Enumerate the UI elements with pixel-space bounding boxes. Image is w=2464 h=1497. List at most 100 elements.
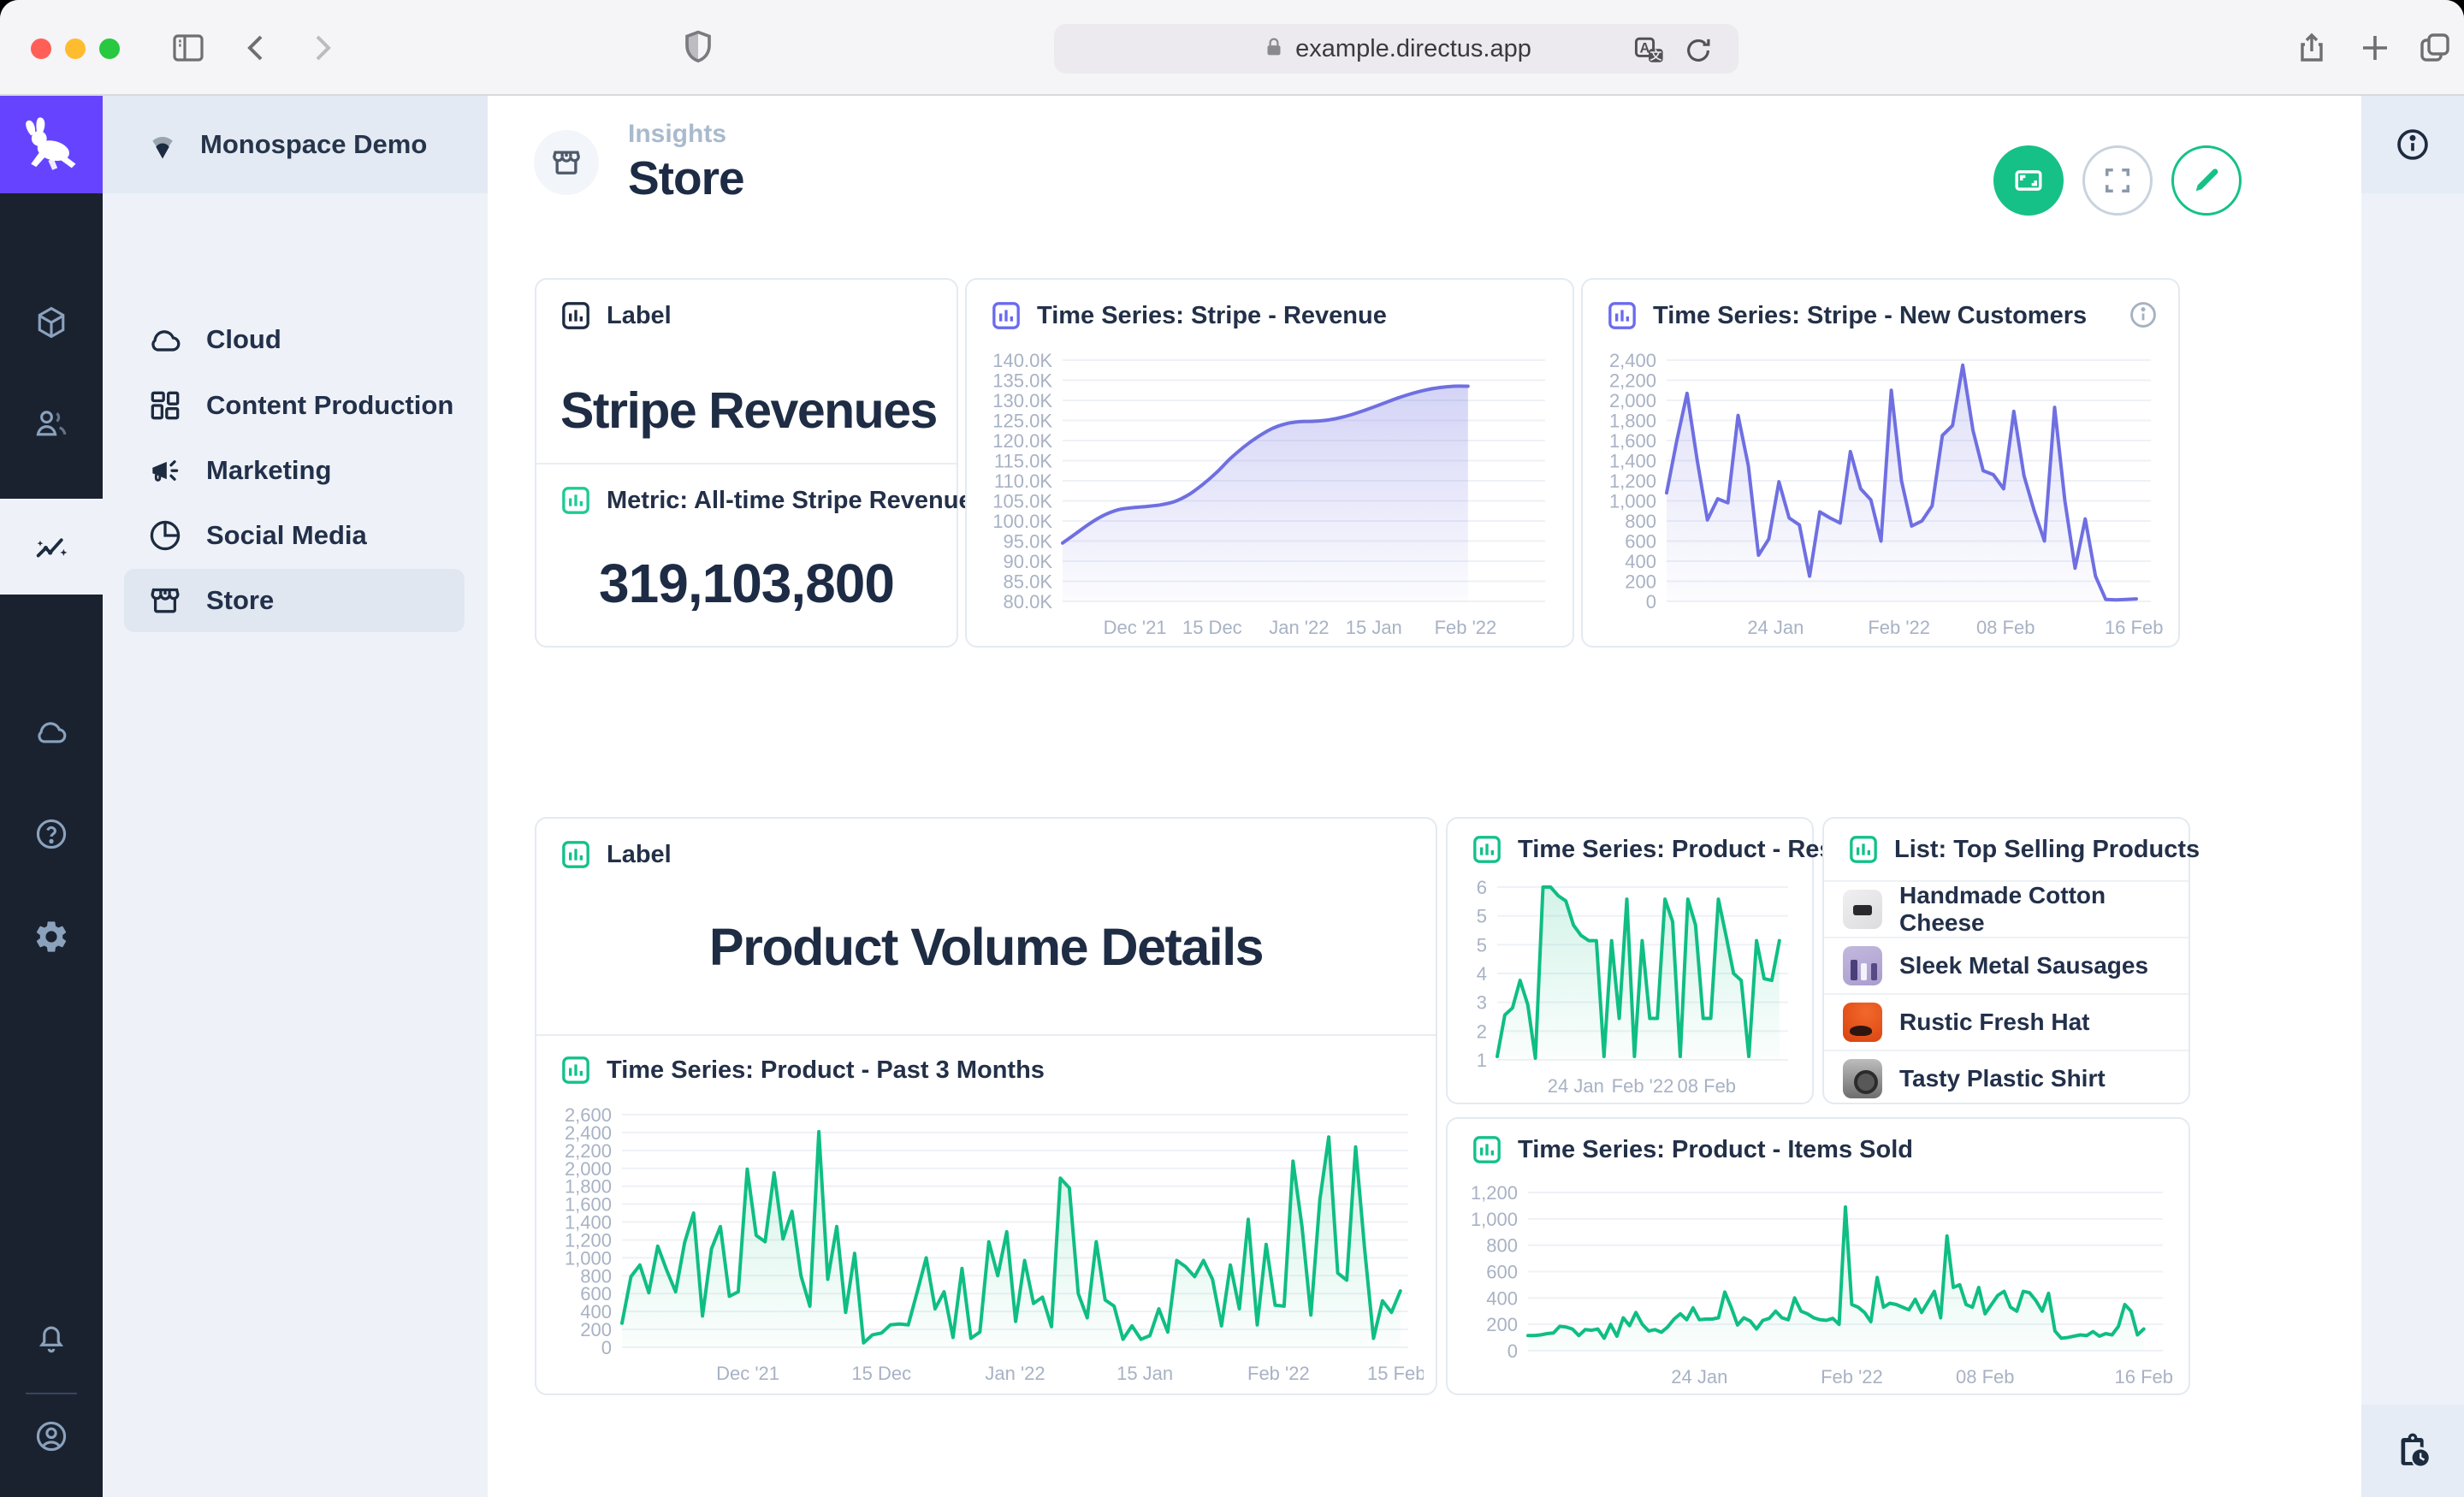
svg-text:120.0K: 120.0K: [992, 430, 1052, 452]
list-item[interactable]: Tasty Plastic Shirt: [1824, 1050, 2189, 1106]
svg-text:600: 600: [1486, 1262, 1518, 1283]
list-item[interactable]: Sleek Metal Sausages: [1824, 937, 2189, 993]
tab-overview-icon[interactable]: [2414, 27, 2455, 68]
panel-type-icon: [559, 1053, 593, 1087]
share-icon[interactable]: [2291, 27, 2332, 68]
pencil-icon: [2189, 163, 2224, 198]
project-status-icon: [144, 126, 181, 163]
dashboard-icon-circle: [534, 130, 599, 195]
svg-text:800: 800: [1625, 511, 1656, 532]
address-bar[interactable]: example.directus.app A文: [1054, 24, 1738, 74]
insights-module-active[interactable]: [0, 499, 103, 595]
svg-text:Feb '22: Feb '22: [1868, 617, 1930, 638]
panel-type-icon: [1470, 832, 1504, 867]
svg-text:1,600: 1,600: [1609, 430, 1656, 452]
sidebar-item-label: Content Production: [206, 390, 453, 421]
svg-text:800: 800: [1486, 1235, 1518, 1257]
panel-product-volume[interactable]: Label Product Volume Details Time Series…: [535, 817, 1437, 1395]
edit-dashboard-button[interactable]: [2171, 145, 2242, 216]
zoom-window-button[interactable]: [99, 38, 120, 59]
panel-time-series-items-sold[interactable]: Time Series: Product - Items Sold 1,2001…: [1446, 1117, 2190, 1395]
activity-sidebar-toggle[interactable]: [2361, 1405, 2464, 1497]
sidebar-item-label: Cloud: [206, 324, 281, 355]
panel-header: Time Series: Product - Items Sold: [1518, 1136, 1913, 1164]
close-window-button[interactable]: [31, 38, 51, 59]
project-name: Monospace Demo: [200, 129, 427, 160]
svg-text:3: 3: [1477, 992, 1487, 1014]
directus-logo[interactable]: [0, 96, 103, 193]
svg-text:400: 400: [1625, 551, 1656, 572]
svg-text:08 Feb: 08 Feb: [1976, 617, 2035, 638]
cloud-module-icon[interactable]: [33, 713, 70, 750]
translate-icon[interactable]: A文: [1631, 32, 1668, 74]
svg-text:Feb '22: Feb '22: [1821, 1366, 1883, 1388]
help-icon[interactable]: [33, 815, 70, 853]
product-thumbnail: [1843, 890, 1882, 929]
list-item[interactable]: Rustic Fresh Hat: [1824, 993, 2189, 1050]
panel-time-series-restocks[interactable]: Time Series: Product - Restocks 65543212…: [1446, 817, 1814, 1104]
module-bar-divider: [26, 1393, 77, 1394]
product-name: Rustic Fresh Hat: [1899, 1009, 2090, 1036]
settings-gear-icon[interactable]: [33, 918, 70, 956]
svg-text:110.0K: 110.0K: [994, 470, 1052, 492]
info-sidebar-toggle[interactable]: [2361, 96, 2464, 193]
panel-divider: [536, 1034, 1436, 1036]
grid-icon: [146, 387, 184, 424]
breadcrumb[interactable]: Insights: [628, 120, 744, 149]
panel-type-icon: [559, 483, 593, 518]
list-item[interactable]: Handmade Cotton Cheese: [1824, 880, 2189, 937]
panel-label-stripe-revenues[interactable]: Label Stripe Revenues Metric: All-time S…: [535, 278, 958, 648]
sidebar-item-marketing[interactable]: Marketing: [124, 439, 465, 502]
panel-type-icon: [1470, 1133, 1504, 1167]
notifications-bell-icon[interactable]: [33, 1320, 70, 1358]
privacy-shield-icon[interactable]: [676, 26, 720, 70]
panel-header: Label: [607, 841, 672, 869]
stripe-revenue-chart: 140.0K135.0K130.0K125.0K120.0K115.0K110.…: [980, 346, 1561, 641]
navigation-sidebar: Monospace Demo Cloud Content Production …: [103, 96, 488, 1497]
insights-dashboard: Insights Store Label: [488, 96, 2361, 1497]
page-title: Store: [628, 151, 744, 205]
new-tab-icon[interactable]: [2354, 27, 2396, 68]
fullscreen-button[interactable]: [2082, 145, 2153, 216]
storefront-icon: [548, 145, 584, 180]
content-module-cube-icon[interactable]: [33, 304, 70, 341]
panel-type-icon: [559, 299, 593, 333]
user-avatar[interactable]: [33, 1417, 70, 1455]
svg-text:5: 5: [1477, 906, 1487, 927]
url-text: example.directus.app: [1295, 35, 1531, 63]
svg-text:15 Jan: 15 Jan: [1346, 617, 1402, 638]
toggle-sidebar-icon[interactable]: [168, 27, 209, 68]
panel-header: Time Series: Stripe - Revenue: [1037, 302, 1387, 330]
restocks-chart: 655432124 JanFeb '2208 Feb: [1456, 873, 1804, 1099]
svg-text:1,200: 1,200: [1471, 1182, 1518, 1204]
panel-info-icon[interactable]: [2127, 299, 2159, 335]
svg-text:1,000: 1,000: [1609, 491, 1656, 512]
svg-text:0: 0: [1507, 1340, 1518, 1362]
storefront-icon: [146, 582, 184, 619]
panel-type-icon: [559, 837, 593, 872]
users-module-icon[interactable]: [33, 405, 70, 442]
panel-time-series-stripe-revenue[interactable]: Time Series: Stripe - Revenue 140.0K135.…: [965, 278, 1574, 648]
megaphone-icon: [146, 452, 184, 489]
panel-time-series-new-customers[interactable]: Time Series: Stripe - New Customers 2,40…: [1581, 278, 2180, 648]
panel-type-icon: [1605, 299, 1639, 333]
panel-list-top-selling-products[interactable]: List: Top Selling Products Handmade Cott…: [1822, 817, 2190, 1104]
clipboard-clock-icon: [2393, 1431, 2432, 1470]
forward-icon[interactable]: [301, 27, 342, 68]
project-chooser[interactable]: Monospace Demo: [103, 96, 488, 193]
sidebar-item-content-production[interactable]: Content Production: [124, 374, 465, 437]
minimize-window-button[interactable]: [65, 38, 86, 59]
panel-header: Time Series: Stripe - New Customers: [1653, 302, 2087, 330]
back-icon[interactable]: [236, 27, 277, 68]
module-bar: [0, 96, 103, 1497]
product-list: Handmade Cotton Cheese Sleek Metal Sausa…: [1824, 880, 2189, 1103]
zoom-to-fit-button[interactable]: [1993, 145, 2064, 216]
svg-text:105.0K: 105.0K: [992, 491, 1052, 512]
svg-text:Feb '22: Feb '22: [1612, 1075, 1674, 1097]
sidebar-item-social-media[interactable]: Social Media: [124, 504, 465, 567]
info-icon: [2394, 126, 2431, 163]
svg-text:Dec '21: Dec '21: [716, 1363, 779, 1384]
reload-icon[interactable]: [1680, 33, 1716, 73]
sidebar-item-cloud[interactable]: Cloud: [124, 308, 465, 371]
sidebar-item-store[interactable]: Store: [124, 569, 465, 632]
